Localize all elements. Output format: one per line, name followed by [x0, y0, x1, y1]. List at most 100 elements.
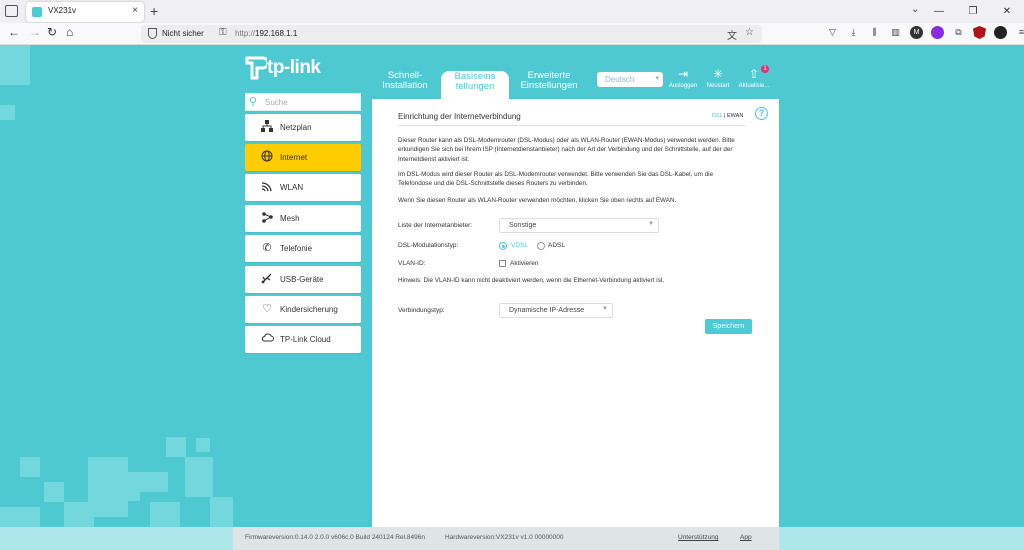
decor-square	[64, 502, 94, 527]
usb-icon	[260, 272, 274, 286]
sidebar-item-telefonie[interactable]: ✆ Telefonie	[245, 235, 361, 262]
decor-square	[196, 438, 210, 452]
close-window-icon[interactable]: ✕	[990, 0, 1024, 23]
save-button[interactable]: Speichern	[705, 319, 752, 334]
sidebar-icon[interactable]: ▥	[889, 26, 902, 39]
url-bar[interactable]: Nicht sicher ⚿ http://192.168.1.1 文 ☆	[141, 25, 762, 43]
decor-square	[120, 487, 140, 501]
close-tab-icon[interactable]: ×	[132, 5, 138, 16]
divider	[398, 125, 745, 126]
extension-purple-icon[interactable]	[931, 26, 944, 39]
footer-bar: Firmwareversion:0.14.0 2.0.0 v606c.0 Bui…	[233, 527, 779, 550]
sidebar-item-wlan[interactable]: WLAN	[245, 174, 361, 201]
sidebar-item-label: Telefonie	[280, 244, 313, 253]
app-menu-icon[interactable]: ≡	[1015, 26, 1024, 39]
reboot-label: Neustart	[706, 83, 730, 89]
restore-window-icon[interactable]: ❐	[956, 0, 990, 23]
vlan-label: VLAN-ID:	[398, 260, 426, 267]
pocket-icon[interactable]: ▽	[826, 26, 839, 39]
privacy-extension-icon[interactable]	[994, 26, 1007, 39]
help-icon[interactable]: ?	[755, 107, 768, 120]
sidebar-item-label: Internet	[280, 153, 308, 162]
not-secure-label[interactable]: Nicht sicher	[162, 29, 204, 38]
isp-label: Liste der Internetanbieter:	[398, 222, 473, 229]
shield-icon[interactable]	[148, 28, 157, 39]
sidebar-item-cloud[interactable]: TP-Link Cloud	[245, 326, 361, 353]
sidebar-search[interactable]: ⚲ Suche	[245, 93, 361, 111]
library-icon[interactable]: ⫼	[868, 26, 881, 39]
mode-dsl-link[interactable]: DSL	[712, 113, 723, 119]
permissions-icon[interactable]: ⚿	[219, 27, 227, 38]
downloads-icon[interactable]: ⤓	[847, 26, 860, 39]
connection-type-select[interactable]: Dynamische IP-Adresse ▼	[499, 303, 613, 318]
update-button[interactable]: ⇧ Aktualisie... 1	[734, 65, 774, 89]
tplink-logo-icon	[245, 56, 270, 80]
extensions-puzzle-icon[interactable]: ⧉	[952, 26, 965, 39]
tab-title: VX231v	[48, 6, 77, 15]
adsl-radio[interactable]	[537, 242, 545, 250]
decor-square	[166, 437, 186, 457]
reboot-button[interactable]: ✳ Neustart	[698, 67, 738, 89]
connection-type-value: Dynamische IP-Adresse	[509, 307, 585, 314]
decor-square	[210, 497, 233, 527]
sidebar-item-label: Mesh	[280, 214, 300, 223]
sidebar-item-kindersicherung[interactable]: ♡ Kindersicherung	[245, 296, 361, 323]
ublock-icon[interactable]	[973, 26, 986, 39]
isp-value: Sonstige	[509, 222, 537, 229]
tplink-favicon-icon	[32, 7, 42, 17]
url-text[interactable]: http://192.168.1.1	[235, 29, 297, 38]
update-badge: 1	[761, 65, 769, 73]
sidebar-item-mesh[interactable]: Mesh	[245, 205, 361, 232]
modulation-label: DSL-Modulationstyp:	[398, 242, 459, 249]
vlan-enable-label[interactable]: Aktivieren	[510, 260, 539, 267]
sidebar-item-internet[interactable]: Internet	[245, 144, 361, 171]
sidebar-item-usb[interactable]: USB-Geräte	[245, 266, 361, 293]
back-icon[interactable]: ←	[8, 25, 20, 39]
sidebar-item-label: WLAN	[280, 183, 304, 192]
phone-icon: ✆	[262, 242, 272, 254]
search-icon: ⚲	[249, 96, 258, 108]
home-icon[interactable]: ⌂	[66, 25, 73, 39]
search-placeholder[interactable]: Suche	[265, 98, 288, 107]
isp-select[interactable]: Sonstige ▼	[499, 218, 659, 233]
firmware-version: Firmwareversion:0.14.0 2.0.0 v606c.0 Bui…	[245, 534, 425, 541]
app-link[interactable]: App	[740, 534, 752, 541]
new-tab-icon[interactable]: +	[150, 3, 158, 19]
sidebar-item-netzplan[interactable]: Netzplan	[245, 114, 361, 141]
logout-label: Ausloggen	[668, 83, 698, 89]
vlan-checkbox[interactable]	[499, 260, 506, 267]
logout-button[interactable]: ⇥ Ausloggen	[663, 67, 703, 89]
bookmark-star-icon[interactable]: ☆	[745, 27, 754, 42]
mode-ewan-link[interactable]: EWAN	[727, 113, 743, 119]
tab-basic-settings[interactable]: Basiseins tellungen	[441, 71, 509, 99]
content-panel: Einrichtung der Internetverbindung DSL |…	[372, 99, 779, 550]
mode-separator: |	[724, 113, 726, 119]
tab-advanced-settings[interactable]: Erweiterte Einstellungen	[517, 71, 581, 91]
heart-icon: ♡	[262, 303, 272, 315]
url-prefix: http://	[235, 29, 256, 38]
minimize-window-icon[interactable]: —	[922, 0, 956, 23]
vdsl-label[interactable]: VDSL	[511, 242, 528, 249]
logout-icon: ⇥	[677, 67, 689, 81]
vdsl-radio[interactable]	[499, 242, 507, 250]
tab-overview-icon[interactable]	[5, 5, 18, 17]
hardware-version: Hardwareversion:VX231v v1.0 00000000	[445, 534, 564, 541]
sidebar-item-label: TP-Link Cloud	[280, 335, 331, 344]
chevron-down-icon: ▼	[648, 221, 654, 227]
wifi-icon	[260, 180, 274, 194]
browser-tab[interactable]: VX231v ×	[26, 2, 144, 22]
forward-icon[interactable]: →	[29, 25, 41, 39]
language-select[interactable]: Deutsch ▾	[597, 72, 663, 87]
reboot-icon: ✳	[712, 67, 724, 81]
sidebar-item-label: Netzplan	[280, 123, 312, 132]
update-label: Aktualisie...	[738, 83, 770, 89]
url-host: 192.168.1.1	[255, 29, 298, 38]
translate-icon[interactable]: 文	[727, 27, 737, 42]
adsl-label[interactable]: ADSL	[548, 242, 565, 249]
reload-icon[interactable]: ↻	[47, 25, 57, 39]
tab-quick-setup[interactable]: Schnell- Installation	[380, 71, 430, 91]
support-link[interactable]: Unterstützung	[678, 534, 718, 541]
language-value: Deutsch	[605, 75, 635, 84]
chevron-down-icon[interactable]: ⌄	[911, 4, 919, 15]
account-icon[interactable]: M	[910, 26, 923, 39]
